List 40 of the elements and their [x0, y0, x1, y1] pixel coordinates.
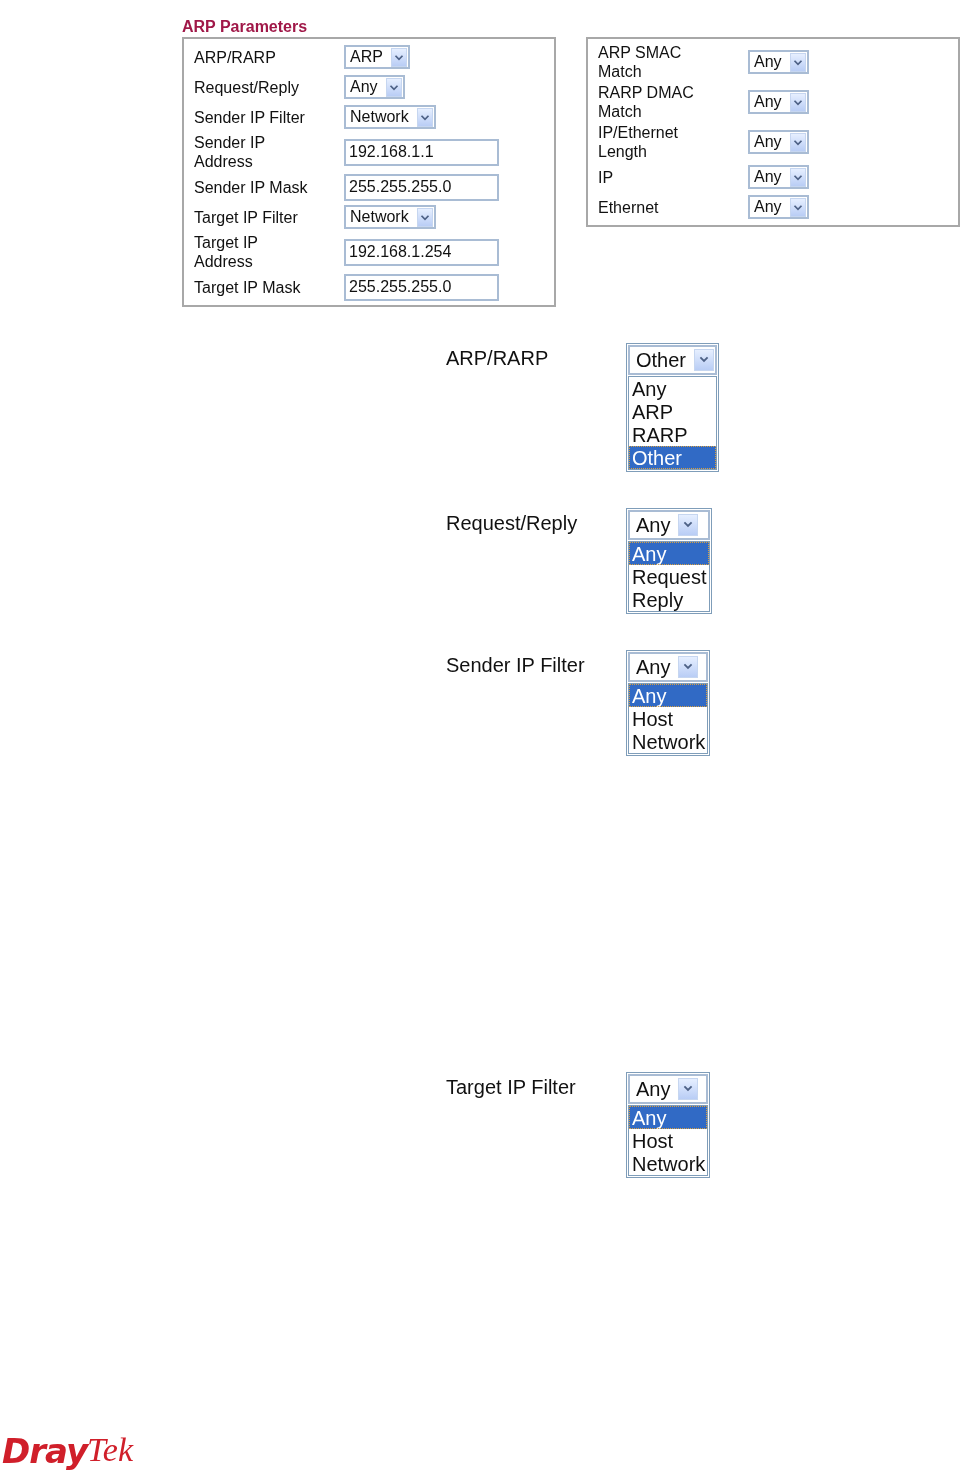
input-field[interactable]: 255.255.255.0 — [344, 273, 499, 301]
dropdown-option[interactable]: Any — [629, 542, 709, 565]
field-label: Target IP Address — [194, 233, 260, 271]
input-field[interactable]: 192.168.1.1 — [344, 138, 499, 166]
field-label: Target IP Filter — [446, 1075, 577, 1100]
field-label: IP/Ethernet Length — [598, 123, 680, 161]
select-field[interactable]: Network — [344, 205, 436, 229]
dropdown-option[interactable]: Any — [629, 684, 708, 707]
field-label: Sender IP Filter — [194, 107, 306, 127]
select-field[interactable]: Any — [628, 1074, 709, 1104]
select-field[interactable]: ARP — [344, 45, 410, 69]
dropdown-option[interactable]: Any — [629, 1106, 708, 1129]
select-field[interactable]: Network — [344, 105, 436, 129]
field-label: Sender IP Filter — [446, 653, 586, 678]
field-label: Request/Reply — [194, 77, 300, 97]
dropdown-option[interactable]: Other — [629, 446, 717, 469]
select-field[interactable]: Any — [748, 130, 809, 154]
select-field[interactable]: Any — [628, 510, 710, 540]
input-field[interactable]: 255.255.255.0 — [344, 173, 499, 201]
field-label: ARP SMAC Match — [598, 43, 683, 81]
field-label: Target IP Mask — [194, 277, 302, 297]
field-label: RARP DMAC Match — [598, 83, 695, 121]
brand-logo: DrayTek — [2, 1431, 134, 1471]
field-label: ARP/RARP — [446, 346, 550, 371]
select-field[interactable]: Any — [628, 652, 709, 682]
select-field[interactable]: Any — [748, 90, 809, 114]
field-label: ARP/RARP — [194, 47, 277, 67]
field-label: Sender IP Mask — [194, 177, 309, 197]
section-title: ARP Parameters — [182, 17, 309, 37]
field-label: Ethernet — [598, 197, 660, 217]
input-field[interactable]: 192.168.1.254 — [344, 238, 499, 266]
field-label: Target IP Filter — [194, 207, 299, 227]
select-field[interactable]: Any — [748, 50, 809, 74]
select-field[interactable]: Any — [344, 75, 405, 99]
select-field[interactable]: Any — [748, 165, 809, 189]
field-label: Sender IP Address — [194, 133, 267, 171]
field-label: IP — [598, 167, 615, 187]
select-field[interactable]: Other — [628, 345, 718, 375]
select-field[interactable]: Any — [748, 195, 809, 219]
field-label: Request/Reply — [446, 511, 579, 536]
